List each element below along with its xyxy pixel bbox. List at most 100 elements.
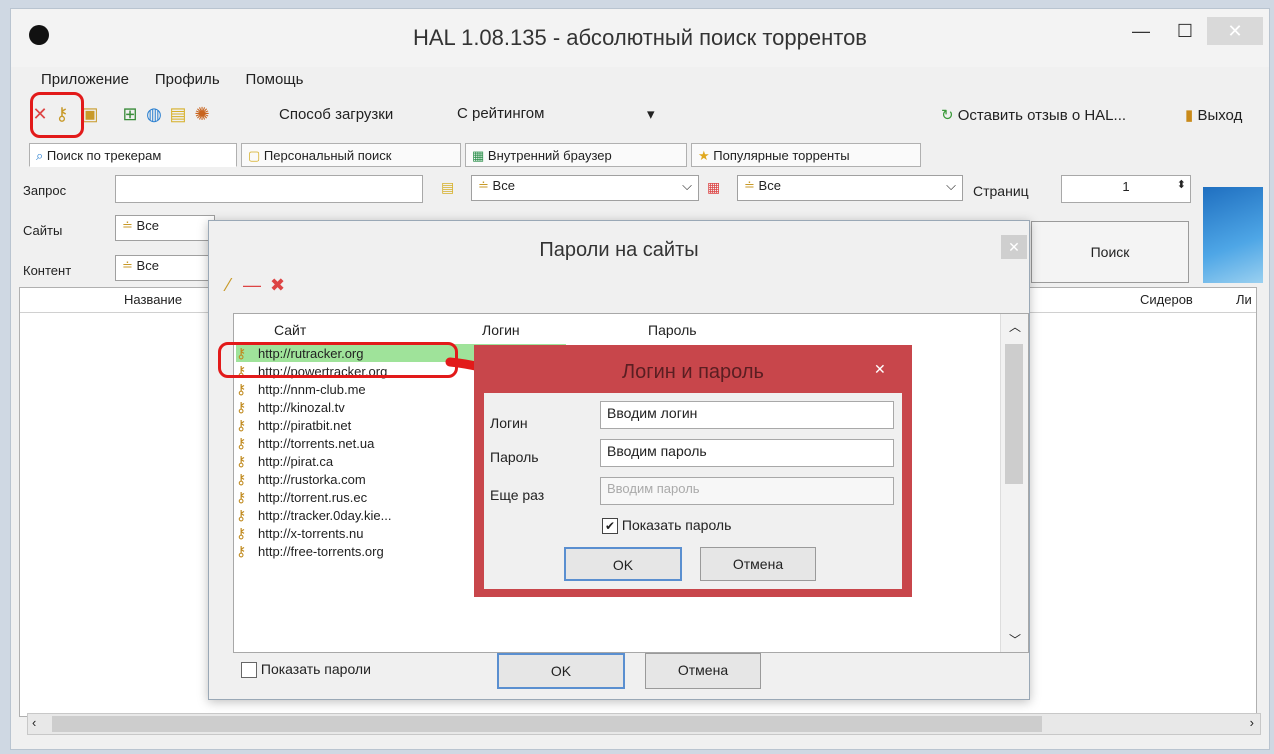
key-icon: ⚷ (236, 435, 247, 451)
menu-application[interactable]: Приложение (41, 71, 129, 88)
close-button[interactable]: ✕ (1207, 17, 1263, 45)
scrollbar-thumb[interactable] (52, 716, 1042, 732)
login-dialog-title: Логин и пароль (622, 361, 764, 383)
column-header-more[interactable]: Ли (1236, 292, 1252, 307)
query-input[interactable] (115, 175, 423, 203)
key-icon: ⚷ (236, 543, 247, 559)
minimize-button[interactable]: — (1121, 17, 1161, 45)
download-mode-select[interactable]: С рейтингом ▾ (457, 105, 677, 123)
download-mode-label: Способ загрузки (279, 106, 394, 123)
filter2-value: Все (758, 178, 781, 193)
folder-icon: ▢ (248, 148, 261, 163)
pages-label: Страниц (973, 183, 1029, 199)
passwords-dialog-close-button[interactable]: ✕ (1001, 235, 1027, 259)
sites-select[interactable]: ≐ Все (115, 215, 215, 241)
login-dialog-close-button[interactable]: ✕ (874, 361, 886, 378)
horizontal-scrollbar[interactable]: ‹ › (27, 713, 1261, 735)
globe-icon[interactable]: ◍ (143, 103, 165, 125)
card-icon[interactable]: ▤ (167, 103, 189, 125)
content-label: Контент (23, 263, 72, 278)
filter2-select[interactable]: ≐ Все ⌵ (737, 175, 963, 201)
login-ok-button[interactable]: OK (564, 547, 682, 581)
stepper-arrows-icon[interactable]: ⬍ (1177, 178, 1186, 191)
calendar-icon: ▦ (707, 179, 721, 195)
key-icon: ⚷ (236, 417, 247, 433)
site-url: http://torrents.net.ua (258, 436, 375, 451)
tab-tracker-search[interactable]: ⌕ Поиск по трекерам (29, 143, 237, 167)
key-icon: ⚷ (236, 507, 247, 523)
bullet-icon: ≐ (744, 178, 755, 193)
column-header-site[interactable]: Сайт (274, 322, 306, 338)
remove-icon[interactable]: — (243, 275, 261, 295)
pages-stepper[interactable]: 1 ⬍ (1061, 175, 1191, 203)
tab-popular-torrents[interactable]: ★ Популярные торренты (691, 143, 921, 167)
tab-label: Поиск по трекерам (46, 148, 162, 163)
login-dialog-body: Логин Вводим логин Пароль Вводим пароль … (484, 393, 902, 589)
tab-internal-browser[interactable]: ▦ Внутренний браузер (465, 143, 687, 167)
repeat-password-field[interactable]: Вводим пароль (600, 477, 894, 505)
cancel-button[interactable]: Отмена (645, 653, 761, 689)
key-icon: ⚷ (236, 453, 247, 469)
site-url: http://kinozal.tv (258, 400, 345, 415)
filter1-select[interactable]: ≐ Все ⌵ (471, 175, 699, 201)
star-icon: ★ (698, 148, 710, 163)
passwords-dialog-title: Пароли на сайты (539, 239, 699, 261)
settings-icon[interactable]: ✺ (191, 103, 213, 125)
scroll-up-icon[interactable]: ︿ (1009, 318, 1021, 335)
repeat-password-label: Еще раз (490, 487, 545, 503)
show-passwords-label: Показать пароли (260, 661, 371, 677)
menu-help[interactable]: Помощь (246, 71, 304, 88)
logo-image (1203, 187, 1263, 283)
tab-personal-search[interactable]: ▢ Персональный поиск (241, 143, 461, 167)
scrollbar-thumb[interactable] (1005, 344, 1023, 484)
show-password-checkbox[interactable]: ✔ Показать пароль (602, 517, 731, 535)
edit-icon[interactable]: ⁄ (227, 275, 230, 295)
scroll-right-icon[interactable]: › (1250, 715, 1254, 730)
checkmark-icon[interactable]: ✔ (602, 518, 618, 535)
scroll-down-icon[interactable]: ﹀ (1009, 631, 1021, 648)
menu-profile[interactable]: Профиль (155, 71, 220, 88)
title-bar[interactable]: HAL 1.08.135 - абсолютный поиск торренто… (11, 9, 1269, 67)
site-url: http://piratbit.net (258, 418, 352, 433)
content-value: Все (136, 258, 159, 273)
tab-label: Внутренний браузер (487, 148, 612, 163)
show-passwords-checkbox[interactable]: Показать пароли (241, 661, 371, 679)
login-field[interactable]: Вводим логин (600, 401, 894, 429)
site-highlight (218, 342, 458, 378)
feedback-link[interactable]: ↻ Оставить отзыв о HAL... (941, 106, 1126, 124)
key-icon-highlight (30, 92, 84, 138)
tree-icon[interactable]: ⊞ (119, 103, 141, 125)
tab-label: Популярные торренты (713, 148, 850, 163)
column-header-seeders[interactable]: Сидеров (1140, 292, 1193, 307)
login-cancel-button[interactable]: Отмена (700, 547, 816, 581)
sites-label: Сайты (23, 223, 63, 238)
site-url: http://free-torrents.org (258, 544, 384, 559)
ok-button[interactable]: OK (497, 653, 625, 689)
key-icon: ⚷ (236, 399, 247, 415)
column-header-login[interactable]: Логин (482, 322, 520, 338)
query-label: Запрос (23, 183, 67, 198)
vertical-scrollbar[interactable]: ︿ ﹀ (1000, 314, 1028, 652)
site-url: http://tracker.0day.kie... (258, 508, 392, 523)
column-header-name[interactable]: Название (124, 292, 182, 307)
column-header-password[interactable]: Пароль (648, 322, 697, 338)
exit-button[interactable]: ▮ Выход (1185, 106, 1242, 124)
download-mode-value: С рейтингом (457, 105, 545, 122)
site-url: http://rustorka.com (258, 472, 366, 487)
key-icon: ⚷ (236, 381, 247, 397)
password-field[interactable]: Вводим пароль (600, 439, 894, 467)
exit-icon: ▮ (1185, 107, 1194, 124)
key-icon: ⚷ (236, 471, 247, 487)
scroll-left-icon[interactable]: ‹ (32, 715, 36, 730)
delete-icon[interactable]: ✖ (270, 275, 285, 295)
site-url: http://torrent.rus.ec (258, 490, 368, 505)
refresh-icon: ↻ (941, 107, 954, 124)
menu-bar: Приложение Профиль Помощь (41, 71, 325, 93)
toolbar: ✕ ⚷ ▣ ⊞ ◍ ▤ ✺ Способ загрузки С рейтинго… (29, 103, 1269, 131)
search-button[interactable]: Поиск (1031, 221, 1189, 283)
content-select[interactable]: ≐ Все (115, 255, 215, 281)
maximize-button[interactable]: ☐ (1165, 17, 1205, 45)
site-url: http://pirat.ca (258, 454, 334, 469)
password-label: Пароль (490, 449, 539, 465)
checkbox-box[interactable] (241, 662, 257, 679)
